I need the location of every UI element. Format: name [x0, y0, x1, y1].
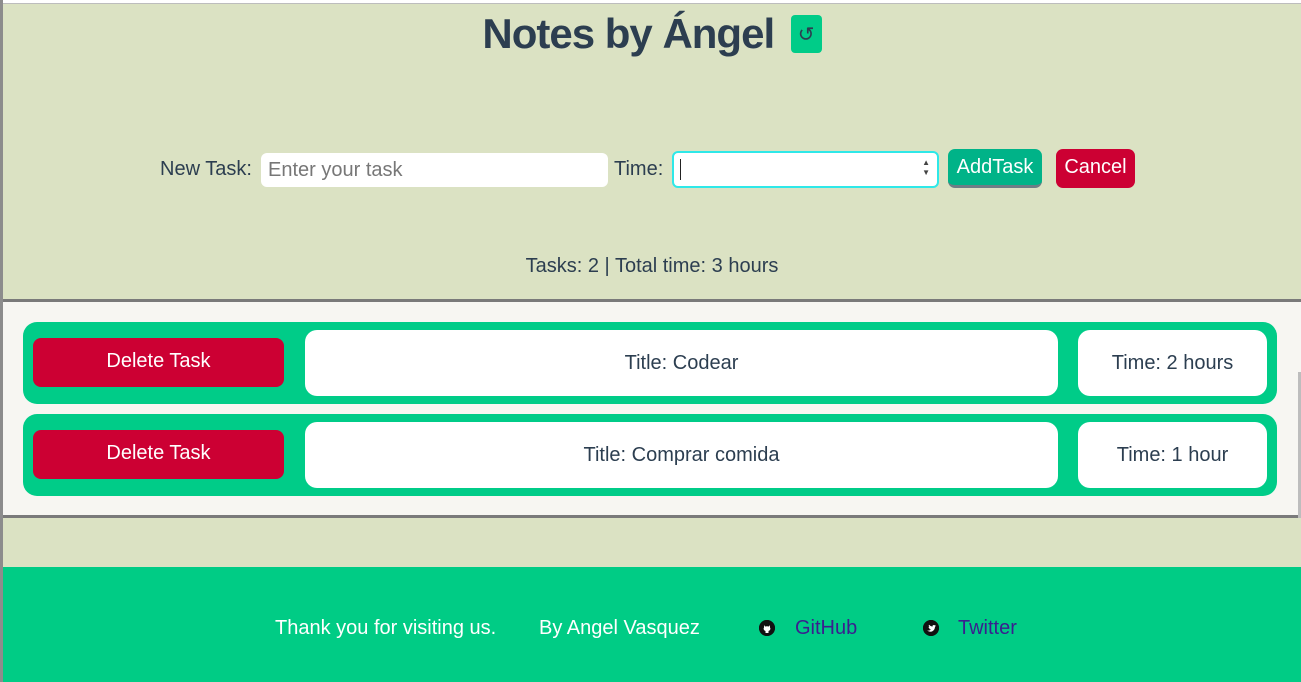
task-card: Delete Task Title: Comprar comida Time: …: [23, 414, 1277, 496]
delete-task-button[interactable]: Delete Task: [33, 430, 284, 479]
task-time: Time: 2 hours: [1078, 330, 1267, 396]
twitter-icon: [923, 620, 939, 636]
github-icon: [759, 620, 775, 636]
delete-task-button[interactable]: Delete Task: [33, 338, 284, 387]
refresh-icon: ↺: [797, 24, 815, 46]
task-title: Title: Codear: [305, 330, 1058, 396]
number-spinner[interactable]: ▲ ▼: [922, 158, 930, 178]
refresh-button[interactable]: ↺: [790, 15, 822, 53]
text-caret: [680, 159, 681, 180]
browser-top-edge: [0, 0, 1301, 4]
task-card: Delete Task Title: Codear Time: 2 hours: [23, 322, 1277, 404]
twitter-link[interactable]: Twitter: [958, 617, 1017, 639]
cancel-button[interactable]: Cancel: [1056, 149, 1135, 188]
footer-thanks: Thank you for visiting us.: [275, 617, 497, 639]
time-label: Time:: [614, 158, 664, 180]
time-input[interactable]: ▲ ▼: [672, 151, 939, 188]
footer: Thank you for visiting us. By Angel Vasq…: [3, 567, 1301, 682]
task-summary: Tasks: 2 | Total time: 3 hours: [525, 255, 779, 277]
task-title: Title: Comprar comida: [305, 422, 1058, 488]
task-input[interactable]: [261, 153, 608, 187]
footer-author: By Angel Vasquez: [539, 617, 700, 639]
github-link[interactable]: GitHub: [795, 617, 857, 639]
task-time: Time: 1 hour: [1078, 422, 1267, 488]
new-task-label: New Task:: [160, 158, 252, 180]
page-title: Notes by Ángel: [482, 10, 775, 57]
header: Notes by Ángel ↺: [3, 10, 1301, 58]
add-task-button[interactable]: AddTask: [948, 149, 1042, 188]
task-list: Delete Task Title: Codear Time: 2 hours …: [3, 299, 1301, 518]
